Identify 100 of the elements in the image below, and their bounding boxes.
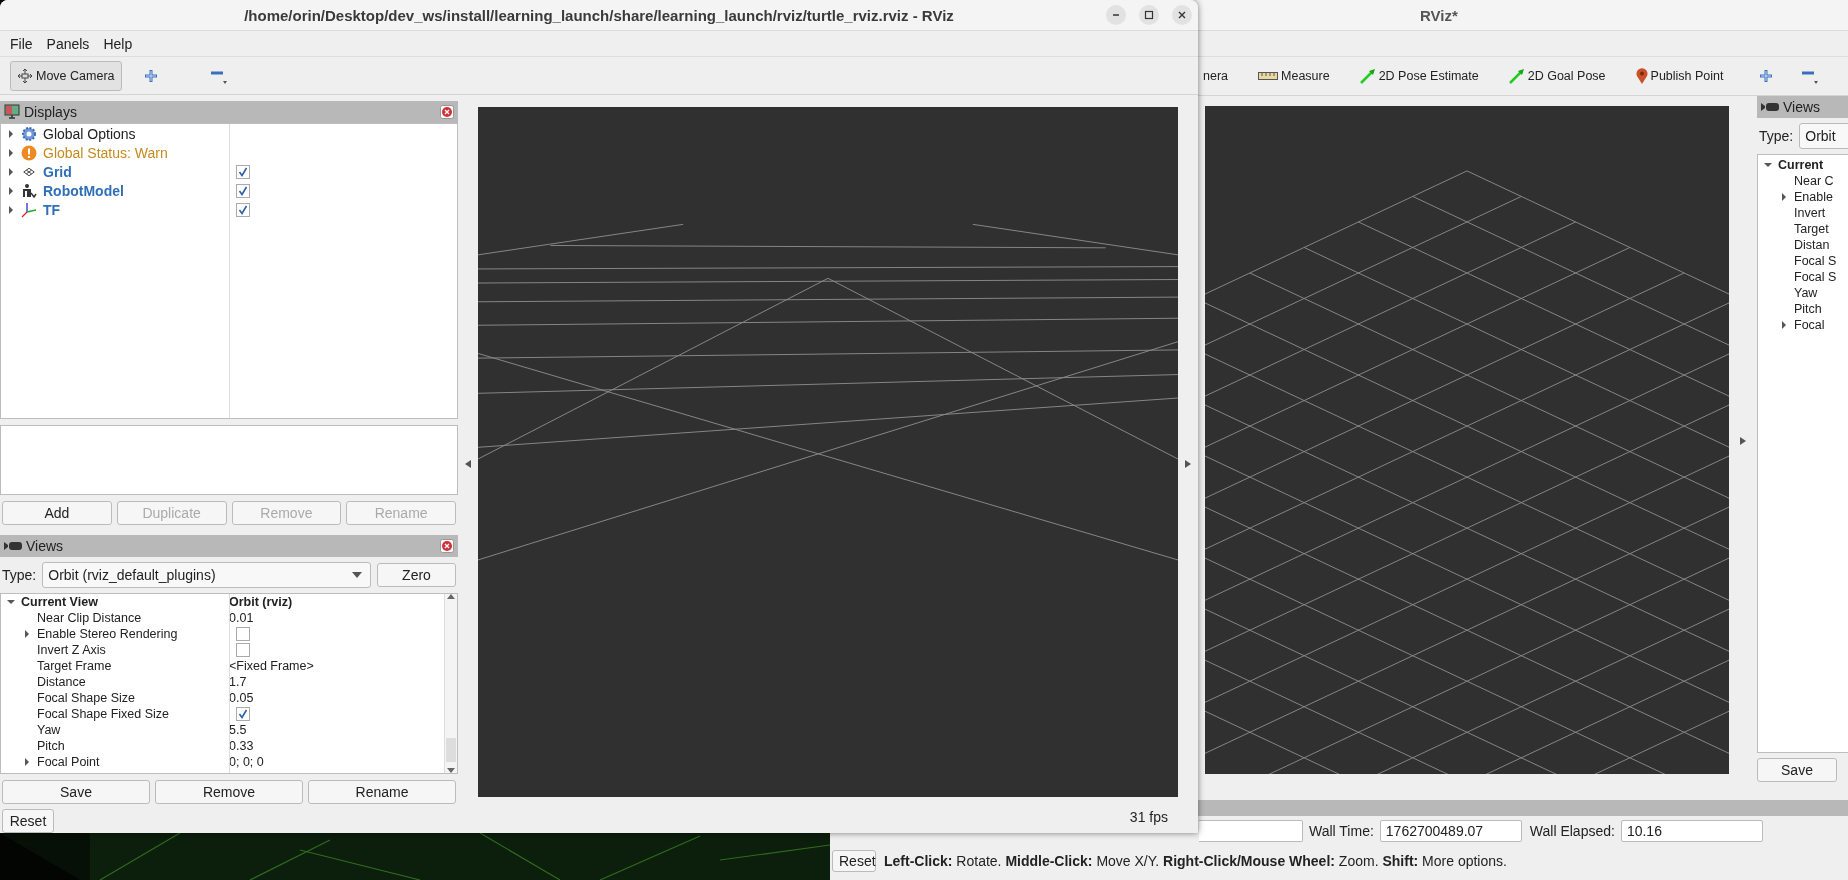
maximize-icon bbox=[1144, 10, 1154, 20]
caret-icon bbox=[352, 571, 362, 578]
expand-arrow-icon[interactable] bbox=[1740, 437, 1746, 445]
close-button[interactable] bbox=[1172, 5, 1192, 25]
view-button[interactable]: Remove bbox=[155, 780, 303, 804]
display-item[interactable]: Grid bbox=[43, 163, 72, 180]
display-item[interactable]: TF bbox=[43, 201, 61, 218]
time-field[interactable]: 1762700489.07 bbox=[1379, 820, 1522, 842]
property-name: Focal S bbox=[1794, 254, 1837, 268]
checkbox[interactable] bbox=[236, 642, 250, 657]
property-value: Orbit (rviz) bbox=[229, 594, 293, 609]
property-name: Target Frame bbox=[37, 658, 112, 673]
property-name: Near Clip Distance bbox=[37, 610, 142, 625]
checkbox[interactable] bbox=[236, 183, 250, 198]
property-value: 0.05 bbox=[229, 690, 254, 705]
property-name: Invert Z Axis bbox=[37, 642, 106, 657]
tool-button[interactable]: Publish Point bbox=[1628, 63, 1731, 89]
reset-button[interactable]: Reset bbox=[2, 809, 54, 833]
window-title: RViz* bbox=[1420, 6, 1458, 24]
tool-button[interactable]: 2D Pose Estimate bbox=[1352, 63, 1486, 89]
tool-button[interactable]: 2D Goal Pose bbox=[1501, 63, 1613, 89]
type-label: Type: bbox=[2, 566, 37, 583]
panel-button[interactable]: Add bbox=[2, 500, 112, 525]
property-value: 0.01 bbox=[229, 610, 254, 625]
scroll-up-icon[interactable] bbox=[447, 593, 455, 599]
checkbox[interactable] bbox=[236, 202, 250, 217]
property-name: Enable bbox=[1794, 190, 1833, 204]
plus-icon[interactable] bbox=[143, 68, 158, 83]
property-name: Current View bbox=[21, 594, 98, 609]
menu-item[interactable]: Panels bbox=[46, 35, 90, 52]
minimize-button[interactable] bbox=[1106, 5, 1126, 25]
property-name: Focal S bbox=[1794, 270, 1837, 284]
property-name: Invert bbox=[1794, 206, 1826, 220]
plus-icon[interactable] bbox=[1758, 69, 1773, 83]
menu-item[interactable]: Help bbox=[103, 35, 133, 52]
property-name: Pitch bbox=[1794, 302, 1822, 316]
expand-arrow-icon[interactable] bbox=[7, 129, 15, 138]
property-name: Focal Shape Fixed Size bbox=[37, 706, 169, 721]
panel-title: Views bbox=[1783, 99, 1822, 115]
type-dropdown[interactable]: Orbit bbox=[1799, 123, 1848, 149]
expand-arrow-icon[interactable] bbox=[1185, 460, 1191, 468]
close-icon[interactable] bbox=[440, 538, 454, 553]
pose-arrow-icon bbox=[1508, 68, 1525, 84]
collapse-arrow-icon[interactable] bbox=[7, 597, 15, 606]
menu-item[interactable]: File bbox=[10, 35, 33, 52]
fps-label: 31 fps bbox=[1129, 809, 1168, 825]
property-name: Distance bbox=[37, 674, 86, 689]
view-button[interactable]: Save bbox=[2, 780, 150, 804]
type-label: Type: bbox=[1759, 128, 1794, 144]
expand-arrow-icon[interactable] bbox=[7, 186, 15, 195]
property-name: Distan bbox=[1794, 238, 1830, 252]
reset-button[interactable]: Reset bbox=[832, 850, 876, 872]
expand-arrow-icon[interactable] bbox=[23, 629, 31, 638]
zero-button[interactable]: Zero bbox=[377, 562, 456, 587]
tool-button[interactable]: Move Camera bbox=[10, 60, 122, 91]
checkbox[interactable] bbox=[236, 626, 250, 641]
panel-title: Views bbox=[26, 537, 65, 554]
checkbox[interactable] bbox=[236, 164, 250, 179]
expand-arrow-icon[interactable] bbox=[7, 148, 15, 157]
view-button[interactable]: Rename bbox=[308, 780, 456, 804]
text-field[interactable] bbox=[1199, 820, 1303, 842]
expand-arrow-icon[interactable] bbox=[7, 167, 15, 176]
property-name: Yaw bbox=[1794, 286, 1818, 300]
panel-title: Displays bbox=[24, 104, 78, 120]
display-item[interactable]: RobotModel bbox=[43, 182, 124, 199]
property-value: 5.5 bbox=[229, 722, 247, 737]
expand-arrow-icon[interactable] bbox=[7, 205, 15, 214]
expand-arrow-icon[interactable] bbox=[1780, 193, 1788, 201]
maximize-button[interactable] bbox=[1139, 5, 1159, 25]
collapse-arrow-icon[interactable] bbox=[465, 460, 471, 468]
expand-arrow-icon[interactable] bbox=[23, 757, 31, 766]
pose-arrow-icon bbox=[1359, 68, 1376, 84]
close-icon[interactable] bbox=[440, 105, 454, 119]
type-dropdown[interactable]: Orbit (rviz_default_plugins) bbox=[42, 561, 371, 588]
checkbox[interactable] bbox=[236, 706, 250, 721]
property-name: Focal bbox=[1794, 318, 1825, 332]
property-name: Focal Shape Size bbox=[37, 690, 135, 705]
property-name: Target bbox=[1794, 222, 1829, 236]
map-pin-icon bbox=[1635, 68, 1648, 84]
property-name: Yaw bbox=[37, 722, 61, 737]
property-name: Enable Stereo Rendering bbox=[37, 626, 178, 641]
save-button[interactable]: Save bbox=[1757, 758, 1837, 782]
collapse-arrow-icon[interactable] bbox=[1764, 161, 1772, 169]
window-title: /home/orin/Desktop/dev_ws/install/learning_launch/share/learning_launch/rviz/turtle_rviz.rviz - RViz bbox=[244, 6, 954, 24]
tool-button[interactable]: Measure bbox=[1251, 64, 1337, 88]
display-item[interactable]: Global Options bbox=[43, 125, 136, 142]
axes-icon bbox=[21, 201, 37, 218]
property-value: 0; 0; 0 bbox=[229, 754, 264, 769]
scroll-down-icon[interactable] bbox=[447, 768, 455, 773]
time-field[interactable]: 10.16 bbox=[1620, 820, 1763, 842]
warning-icon bbox=[21, 144, 37, 161]
scrollbar[interactable] bbox=[444, 593, 457, 773]
tool-button[interactable]: nera bbox=[1202, 64, 1236, 88]
robot-icon bbox=[21, 182, 37, 199]
expand-arrow-icon[interactable] bbox=[1780, 321, 1788, 329]
camera-icon bbox=[4, 539, 22, 552]
property-name: Near C bbox=[1794, 174, 1834, 188]
time-label: Wall Elapsed: bbox=[1529, 823, 1615, 839]
camera-icon bbox=[1761, 101, 1779, 113]
scroll-thumb[interactable] bbox=[446, 738, 456, 762]
